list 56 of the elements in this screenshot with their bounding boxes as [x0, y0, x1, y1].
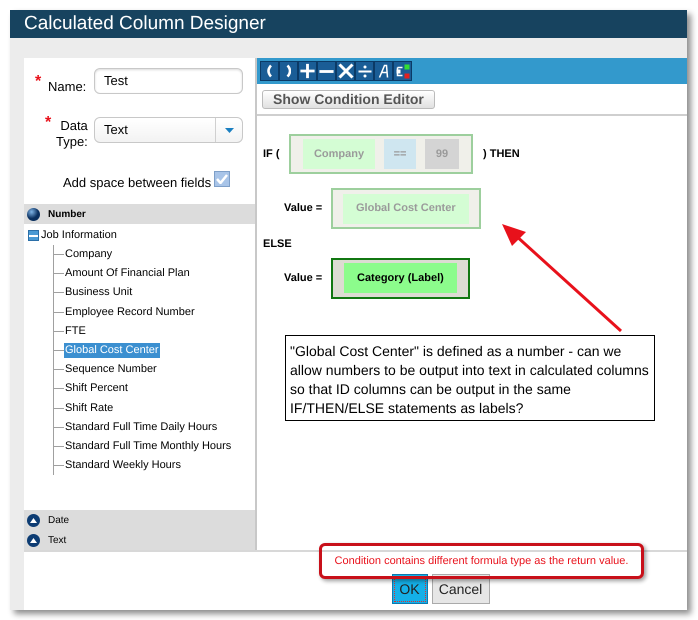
collapse-toggle-icon[interactable] — [28, 230, 39, 241]
name-label: Name: — [48, 78, 86, 96]
ok-button[interactable]: OK — [392, 574, 428, 604]
tree-group-header[interactable]: Date — [24, 510, 255, 530]
if-keyword: IF ( — [263, 146, 280, 162]
open-paren-icon — [266, 64, 272, 78]
data-type-label: Data Type: — [56, 118, 88, 150]
plus-button[interactable] — [298, 61, 317, 81]
checkbox-label: Add space between fields — [63, 174, 212, 192]
node-button[interactable] — [393, 61, 412, 81]
multiply-icon — [338, 63, 354, 79]
then-keyword: ) THEN — [483, 146, 520, 162]
expand-icon — [27, 514, 40, 526]
value-label: Value = — [283, 201, 324, 216]
caret-icon — [224, 128, 234, 132]
tree-item[interactable]: Shift Percent — [64, 381, 129, 396]
tree-item[interactable]: Standard Full Time Monthly Hours — [64, 438, 232, 454]
tree-item[interactable]: Business Unit — [64, 285, 134, 300]
data-type-dropdown[interactable]: Text — [94, 117, 243, 143]
tree-group-header[interactable]: Number — [24, 204, 255, 224]
tree-group-header[interactable]: Text — [24, 530, 255, 550]
tree-item[interactable]: Amount Of Financial Plan — [64, 266, 191, 282]
close-paren-icon — [286, 64, 292, 78]
plus-icon — [299, 62, 316, 80]
tree-item[interactable]: Company — [64, 247, 114, 262]
tree-item[interactable]: Employee Record Number — [64, 304, 196, 320]
expand-icon — [27, 534, 40, 546]
sphere-icon — [27, 208, 40, 220]
open-paren-button[interactable] — [260, 61, 279, 81]
else-keyword: ELSE — [263, 237, 292, 252]
divide-button[interactable] — [355, 61, 374, 81]
required-mark: * — [45, 115, 52, 131]
tree-item[interactable]: FTE — [64, 324, 87, 339]
value-label: Value = — [283, 270, 324, 286]
text-button[interactable] — [374, 61, 393, 81]
error-message: Condition contains different formula type as the return value. — [334, 554, 628, 569]
cancel-button[interactable]: Cancel — [432, 574, 490, 604]
text-icon — [378, 64, 389, 78]
multiply-button[interactable] — [336, 61, 355, 81]
required-mark: * — [35, 74, 42, 90]
tree-item[interactable]: Shift Rate — [64, 400, 114, 416]
callout-note: "Global Cost Center" is defined as a number - can we allow numbers to be output into text in calculated columns so that ID columns can be output in the same IF/THEN/ELSE statements as labels? — [285, 335, 655, 421]
checkbox[interactable] — [214, 171, 230, 187]
minus-icon — [318, 70, 335, 72]
tree-folder[interactable]: Job Information — [41, 227, 117, 244]
node-icon — [394, 62, 410, 80]
name-field[interactable]: Test — [94, 68, 243, 94]
show-condition-editor-button[interactable]: Show Condition Editor — [262, 90, 435, 108]
window-title: Calculated Column Designer — [24, 12, 266, 36]
tree-item[interactable]: Sequence Number — [64, 362, 158, 378]
tree-item[interactable]: Standard Full Time Daily Hours — [64, 420, 218, 435]
minus-button[interactable] — [317, 61, 336, 81]
close-paren-button[interactable] — [279, 61, 298, 81]
divide-icon — [356, 64, 372, 78]
value-box[interactable]: Category (Label) — [331, 258, 470, 298]
tree-item[interactable]: Standard Weekly Hours — [64, 458, 182, 474]
